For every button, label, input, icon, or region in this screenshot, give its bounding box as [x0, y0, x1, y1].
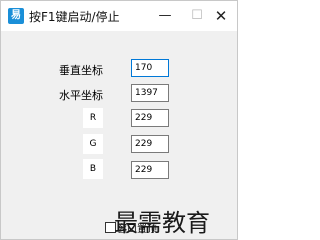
app-window: 易 按F1键启动/停止 — ☐ ✕ 垂直坐标 水平坐标 R G B 窗口置顶 最… [0, 0, 238, 240]
g-value-input[interactable] [131, 135, 169, 153]
r-value-input[interactable] [131, 109, 169, 127]
window-title: 按F1键启动/停止 [29, 10, 120, 24]
r-label: R [83, 108, 103, 128]
title-bar[interactable]: 易 按F1键启动/停止 — ☐ ✕ [1, 1, 237, 31]
vertical-coord-label: 垂直坐标 [59, 64, 103, 77]
g-label: G [83, 134, 103, 154]
b-value-input[interactable] [131, 161, 169, 179]
watermark-text: 最需教育 [114, 209, 210, 237]
minimize-button[interactable]: — [149, 1, 181, 31]
horizontal-coord-input[interactable] [131, 84, 169, 102]
b-label: B [83, 159, 103, 179]
horizontal-coord-label: 水平坐标 [59, 89, 103, 102]
close-button[interactable]: ✕ [205, 1, 237, 31]
vertical-coord-input[interactable] [131, 59, 169, 77]
app-icon: 易 [8, 8, 24, 24]
